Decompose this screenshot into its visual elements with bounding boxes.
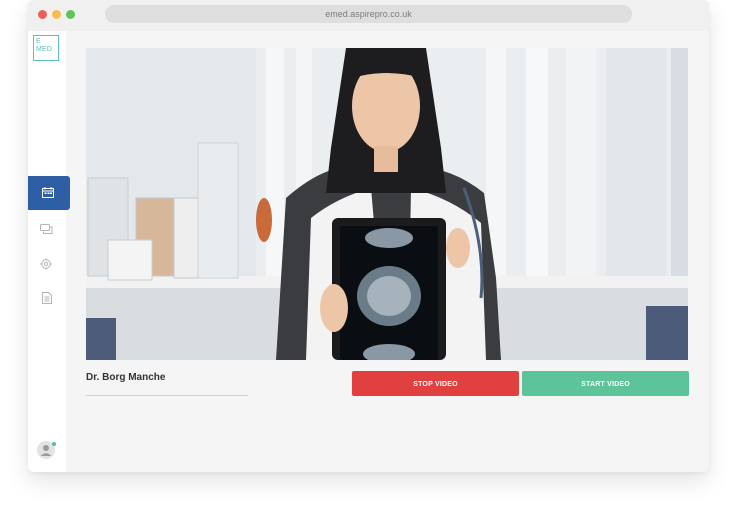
logo-text-line2: MED	[36, 46, 53, 53]
gear-icon[interactable]	[40, 258, 52, 270]
stop-video-button[interactable]: STOP VIDEO	[352, 371, 519, 396]
close-window-button[interactable]	[38, 10, 47, 19]
name-divider	[86, 395, 248, 396]
user-icon	[40, 445, 52, 456]
browser-titlebar: emed.aspirepro.co.uk	[28, 0, 709, 31]
sidebar-item-calendar[interactable]	[28, 176, 70, 210]
video-feed	[86, 48, 688, 360]
calendar-icon	[42, 187, 54, 198]
doctor-name: Dr. Borg Manche	[86, 372, 166, 383]
app-window: emed.aspirepro.co.uk E MED Dr. Borg Manc…	[28, 0, 709, 472]
chat-icon[interactable]	[40, 224, 53, 235]
maximize-window-button[interactable]	[66, 10, 75, 19]
sidebar: E MED	[28, 31, 70, 472]
start-video-button[interactable]: START VIDEO	[522, 371, 689, 396]
video-frame-image	[86, 48, 688, 360]
document-icon[interactable]	[42, 292, 52, 304]
logo-text-line1: E	[36, 38, 41, 45]
app-logo[interactable]: E MED	[33, 35, 59, 61]
minimize-window-button[interactable]	[52, 10, 61, 19]
address-bar[interactable]: emed.aspirepro.co.uk	[105, 5, 632, 23]
user-avatar[interactable]	[37, 441, 56, 459]
